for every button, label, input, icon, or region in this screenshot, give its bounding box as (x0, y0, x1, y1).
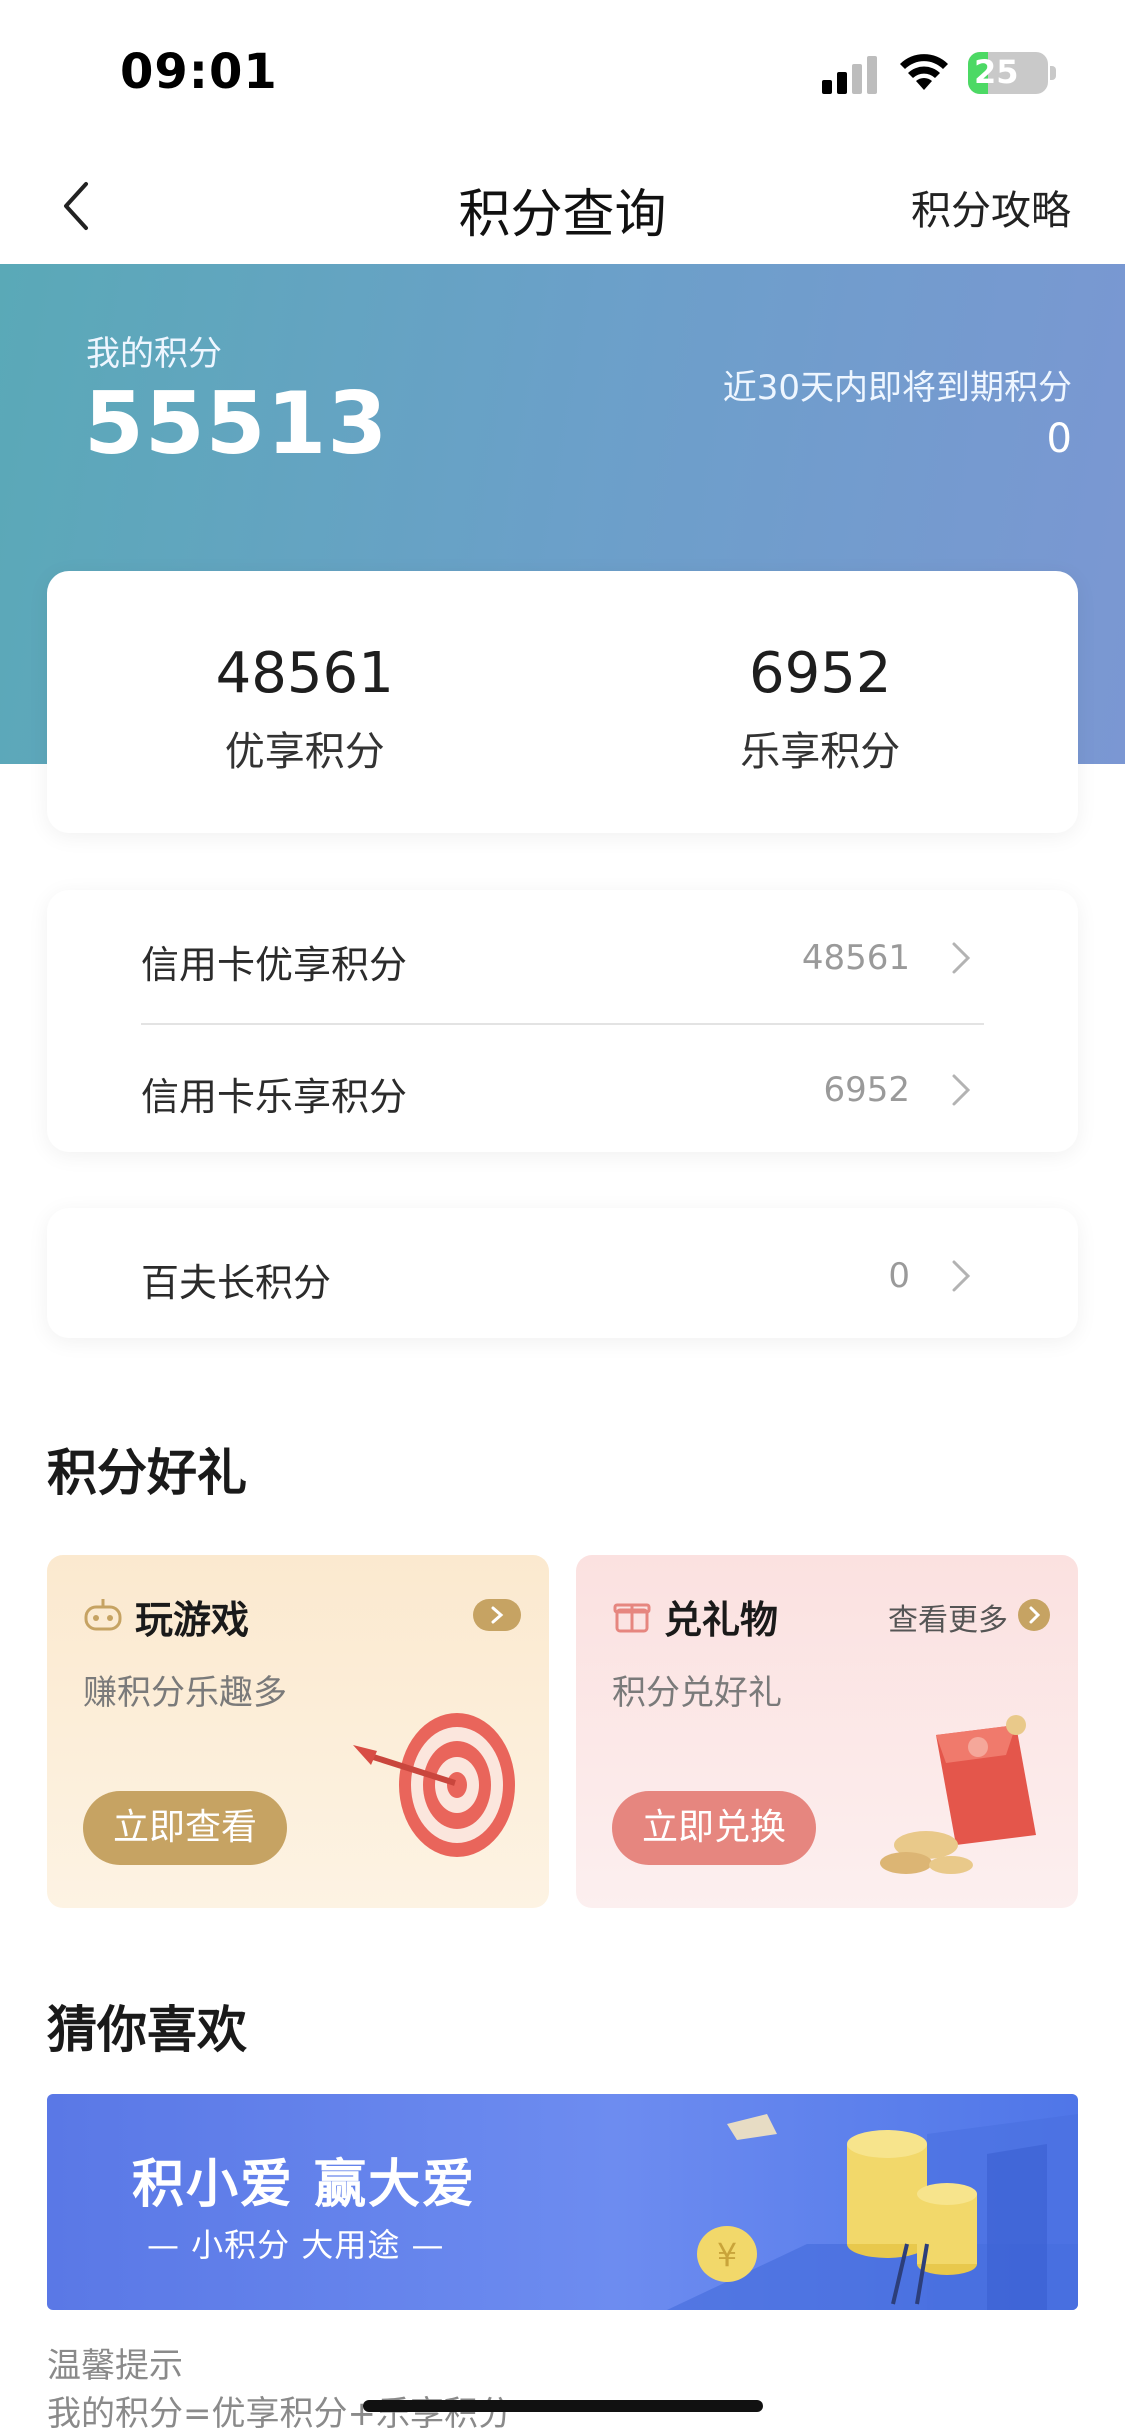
chevron-right-icon (952, 942, 971, 974)
arrow-right-icon[interactable] (1018, 1599, 1050, 1631)
list-item-value: 48561 (801, 938, 910, 978)
banner-subtitle: — 小积分 大用途 — (147, 2226, 445, 2264)
premium-points-label: 优享积分 (224, 729, 385, 775)
section-title-gifts: 积分好礼 (47, 1444, 247, 1502)
premium-points-column[interactable]: 48561 优享积分 (47, 571, 563, 833)
premium-points-value: 48561 (215, 641, 394, 706)
dartboard-illustration (353, 1713, 515, 1857)
see-more-link[interactable]: 查看更多 (888, 1595, 1008, 1639)
battery-percent: 25 (974, 53, 1019, 91)
navigation-bar: 积分查询 积分攻略 (0, 150, 1125, 265)
my-points-value: 55513 (84, 374, 389, 474)
section-title-recommend: 猜你喜欢 (47, 2001, 247, 2059)
view-now-button[interactable]: 立即查看 (83, 1791, 288, 1865)
redeem-now-button[interactable]: 立即兑换 (612, 1791, 817, 1865)
leisure-points-label: 乐享积分 (740, 729, 901, 775)
points-guide-link[interactable]: 积分攻略 (911, 178, 1071, 236)
credit-points-list: 信用卡优享积分 48561 信用卡乐享积分 6952 (47, 890, 1078, 1152)
cellular-signal-icon (822, 56, 877, 94)
list-item-label: 信用卡优享积分 (141, 943, 408, 987)
list-item-label: 信用卡乐享积分 (141, 1075, 408, 1119)
list-item-credit-premium[interactable]: 信用卡优享积分 48561 (47, 890, 1078, 1020)
wifi-icon (900, 54, 948, 90)
tile-subtitle: 赚积分乐趣多 (83, 1673, 287, 1713)
my-points-label: 我的积分 (86, 334, 222, 374)
other-points-list: 百夫长积分 0 (47, 1208, 1078, 1338)
redeem-gifts-tile[interactable]: 兑礼物 查看更多 积分兑好礼 立即兑换 (576, 1555, 1078, 1908)
list-item-value: 6952 (823, 1070, 910, 1110)
status-bar: 09:01 25 (0, 0, 1125, 150)
tile-title: 玩游戏 (135, 1598, 250, 1642)
home-indicator[interactable] (363, 2400, 763, 2412)
leisure-points-column[interactable]: 6952 乐享积分 (563, 571, 1079, 833)
chevron-right-icon (952, 1074, 971, 1106)
red-envelope-coins-illustration (880, 1715, 1036, 1874)
play-games-tile[interactable]: 玩游戏 赚积分乐趣多 立即查看 (47, 1555, 549, 1908)
arrow-right-icon[interactable] (473, 1599, 521, 1631)
list-item-credit-leisure[interactable]: 信用卡乐享积分 6952 (47, 1022, 1078, 1152)
battery-indicator: 25 (968, 52, 1048, 94)
list-item-value: 0 (888, 1256, 910, 1296)
chevron-right-icon (952, 1260, 971, 1292)
gamepad-icon (84, 1599, 122, 1631)
banner-title: 积小爱 赢大爱 (132, 2155, 477, 2215)
svg-text:¥: ¥ (717, 2236, 737, 2274)
gift-icon (613, 1603, 651, 1633)
tile-title: 兑礼物 (664, 1598, 779, 1642)
promo-banner[interactable]: ¥ 积小爱 赢大爱 — 小积分 大用途 — (47, 2094, 1078, 2310)
list-item-centurion-points[interactable]: 百夫长积分 0 (47, 1208, 1078, 1338)
leisure-points-value: 6952 (748, 641, 892, 706)
points-breakdown-card: 48561 优享积分 6952 乐享积分 (47, 571, 1078, 833)
expiring-points-label: 近30天内即将到期积分 (722, 368, 1072, 408)
status-time: 09:01 (120, 44, 278, 100)
list-item-label: 百夫长积分 (141, 1261, 332, 1305)
battery-cap (1050, 66, 1056, 80)
tile-subtitle: 积分兑好礼 (612, 1673, 782, 1713)
expiring-points-value: 0 (1046, 416, 1072, 462)
tips-title: 温馨提示 (47, 2346, 183, 2386)
